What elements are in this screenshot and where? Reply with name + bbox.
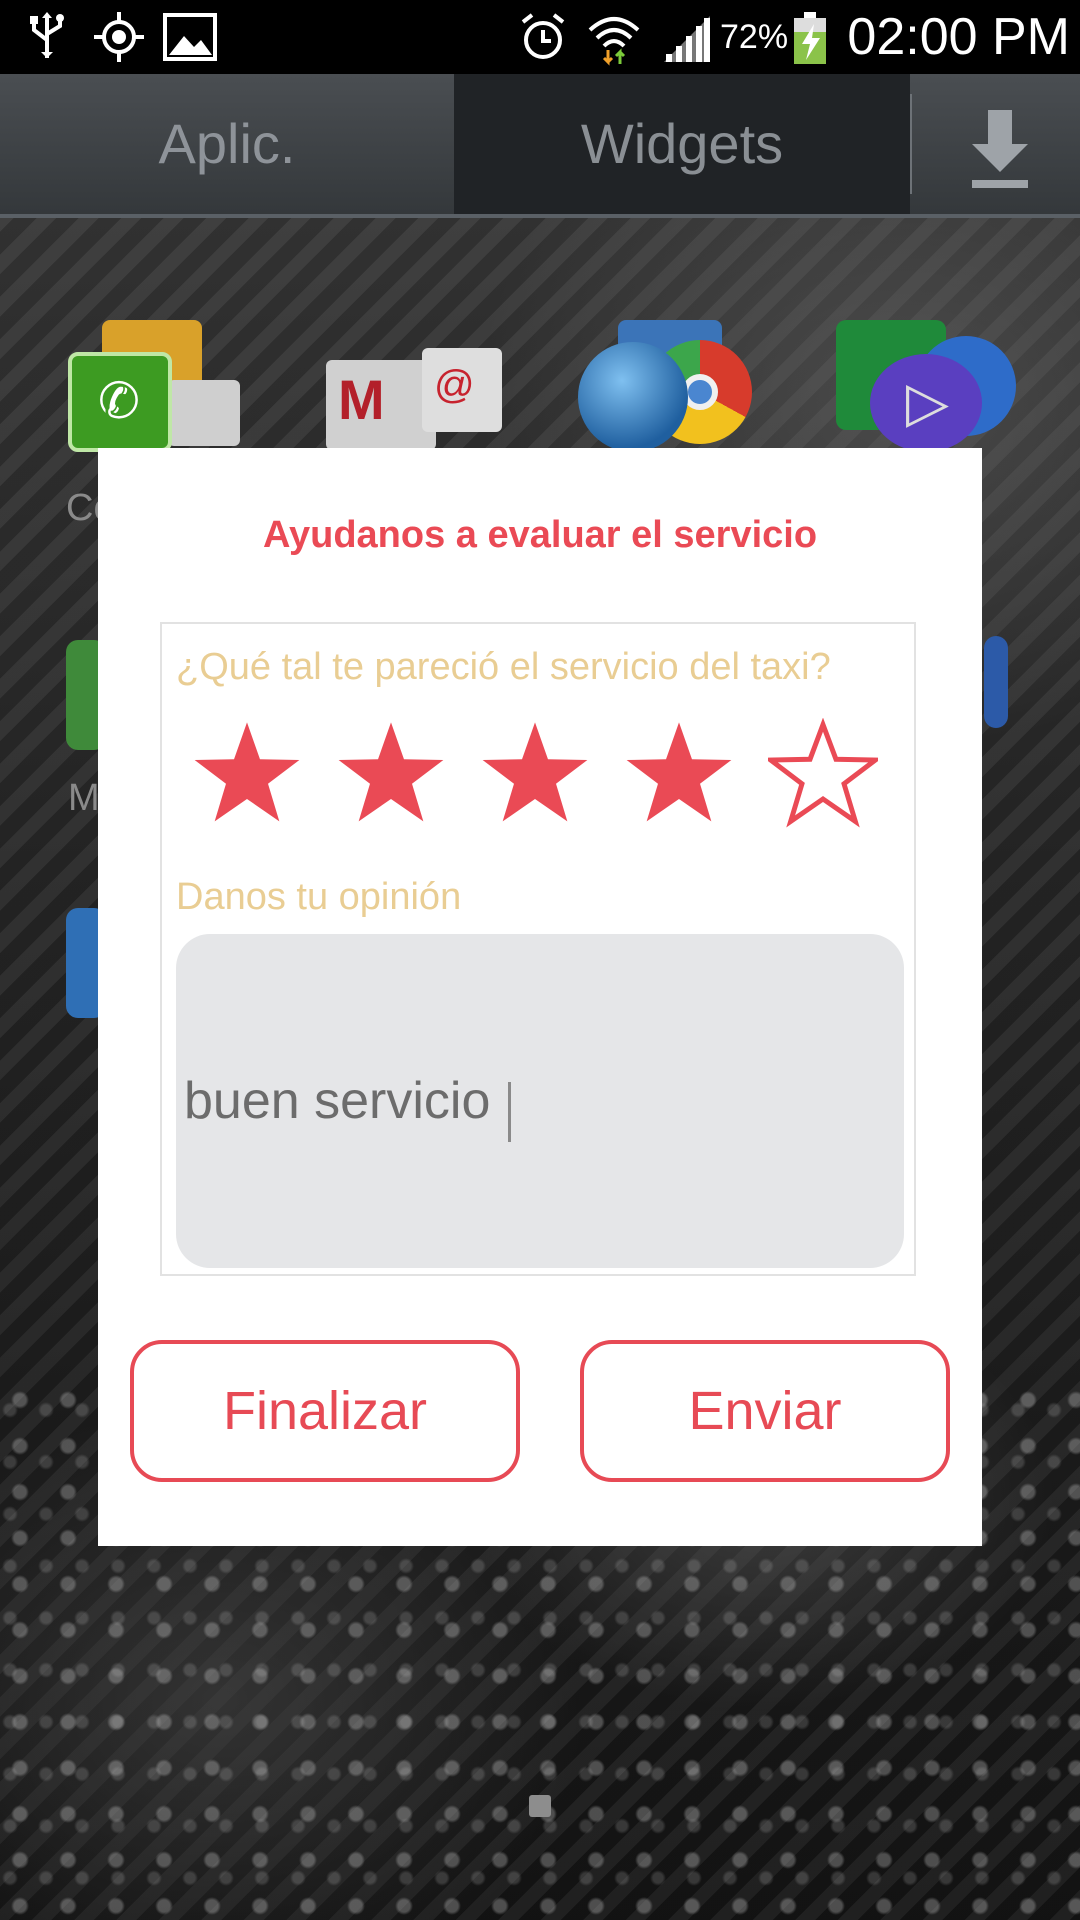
rating-panel: ¿Qué tal te pareció el servicio del taxi… xyxy=(160,622,916,1276)
download-icon[interactable] xyxy=(940,74,1060,214)
image-icon xyxy=(162,10,218,75)
usb-icon xyxy=(24,10,70,75)
gps-icon xyxy=(92,10,146,75)
battery-percent: 72% xyxy=(720,18,789,56)
star-2-icon[interactable] xyxy=(336,718,446,828)
clock: 02:00 PM xyxy=(847,8,1070,66)
wifi-icon xyxy=(586,10,642,77)
finish-button[interactable]: Finalizar xyxy=(130,1340,520,1482)
star-3-icon[interactable] xyxy=(480,718,590,828)
opinion-input[interactable] xyxy=(176,934,904,1268)
tab-widgets[interactable]: Widgets xyxy=(454,74,910,214)
battery-charging-icon xyxy=(790,10,830,77)
page-indicator xyxy=(529,1795,551,1817)
rating-dialog: Ayudanos a evaluar el servicio ¿Qué tal … xyxy=(98,448,982,1546)
tab-divider xyxy=(910,94,912,194)
send-button[interactable]: Enviar xyxy=(580,1340,950,1482)
app-icon[interactable] xyxy=(984,636,1008,728)
email-folder-icon[interactable]: M @ xyxy=(326,340,502,452)
app-label: M xyxy=(68,777,100,819)
dialog-title: Ayudanos a evaluar el servicio xyxy=(262,514,818,556)
contacts-folder-icon[interactable]: ✆ xyxy=(68,320,240,452)
star-4-icon[interactable] xyxy=(624,718,734,828)
signal-icon xyxy=(662,10,712,75)
star-5-icon[interactable] xyxy=(763,717,883,828)
star-1-icon[interactable] xyxy=(192,718,302,828)
launcher-tab-bar: Aplic. Widgets xyxy=(0,74,1080,218)
tab-apps[interactable]: Aplic. xyxy=(0,74,454,214)
status-bar: 72% 02:00 PM xyxy=(0,0,1080,74)
opinion-label: Danos tu opinión xyxy=(176,876,462,918)
star-rating[interactable] xyxy=(192,717,892,828)
alarm-icon xyxy=(518,10,568,75)
media-folder-icon[interactable]: ▷ xyxy=(836,320,1016,452)
text-cursor xyxy=(508,1082,511,1142)
rating-question: ¿Qué tal te pareció el servicio del taxi… xyxy=(176,646,831,688)
browser-folder-icon[interactable] xyxy=(578,320,758,452)
